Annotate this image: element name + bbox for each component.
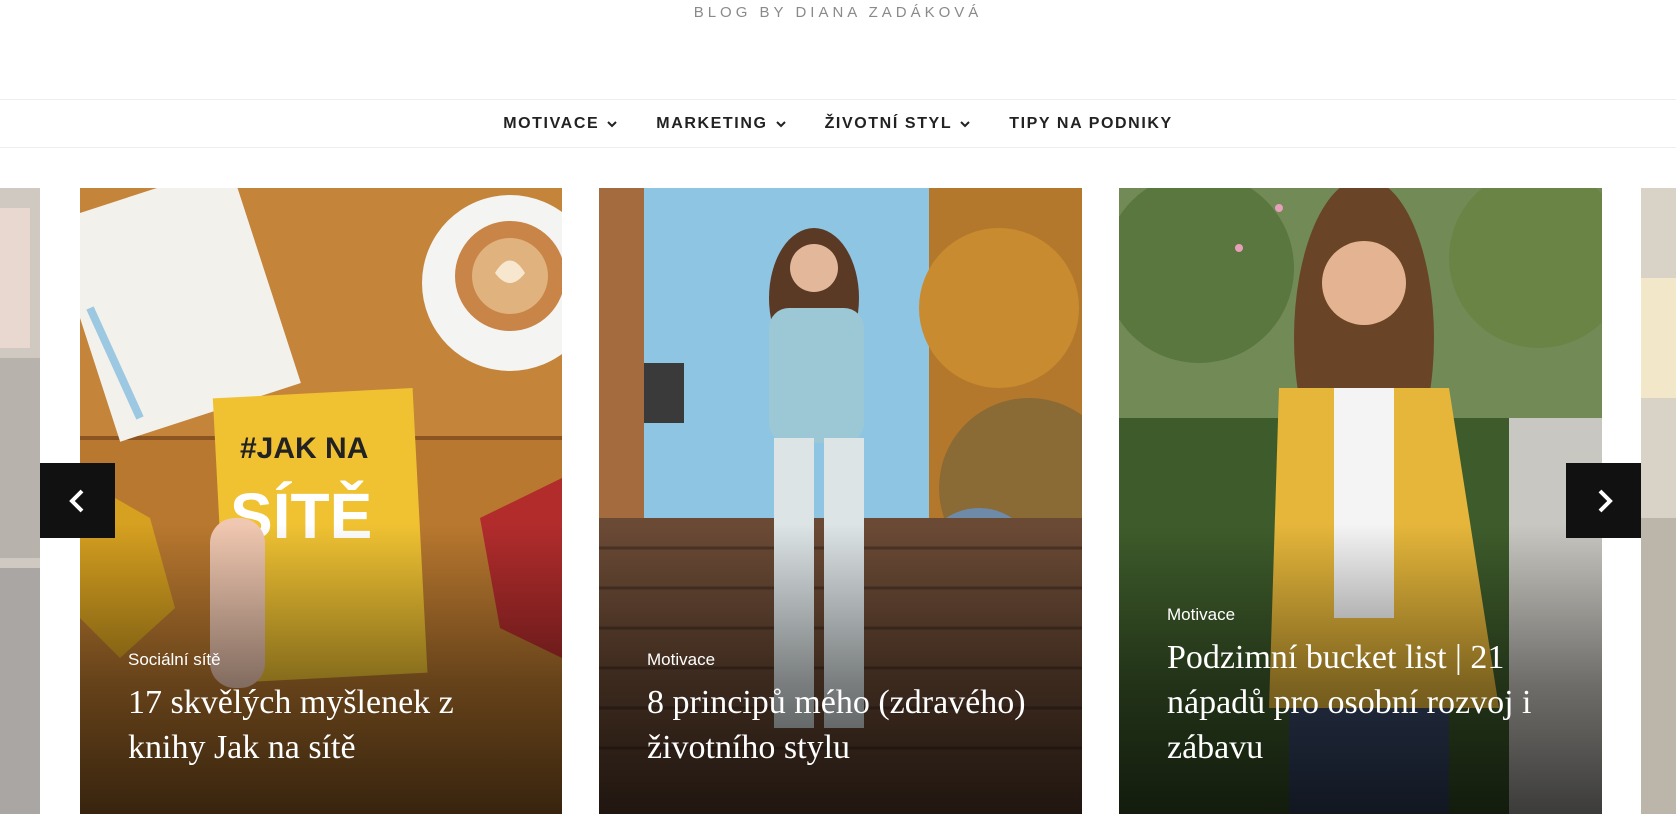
site-tagline: BLOG BY DIANA ZADÁKOVÁ bbox=[693, 4, 983, 21]
nav-item-motivace[interactable]: MOTIVACE bbox=[503, 115, 618, 133]
slider-prev-button[interactable] bbox=[40, 463, 115, 538]
chevron-down-icon bbox=[775, 118, 787, 130]
post-category[interactable]: Sociální sítě bbox=[128, 650, 532, 670]
nav-item-tipy-na-podniky[interactable]: TIPY NA PODNIKY bbox=[1009, 115, 1173, 133]
chevron-right-icon bbox=[1598, 489, 1613, 512]
slide-photo bbox=[0, 188, 40, 814]
post-card[interactable]: #JAK NA SÍTĚ Sociální sítě 17 skvělých m… bbox=[80, 188, 562, 814]
slide-partial-left[interactable] bbox=[0, 188, 40, 814]
chevron-left-icon bbox=[68, 489, 83, 512]
nav-item-label: MOTIVACE bbox=[503, 114, 600, 132]
svg-text:#JAK NA: #JAK NA bbox=[240, 432, 368, 465]
post-card-info: Motivace 8 principů mého (zdravého) živo… bbox=[647, 650, 1052, 770]
post-title[interactable]: Podzimní bucket list | 21 nápadů pro oso… bbox=[1167, 635, 1572, 770]
nav-item-label: MARKETING bbox=[656, 114, 768, 132]
post-title[interactable]: 8 principů mého (zdravého) životního sty… bbox=[647, 680, 1052, 770]
slider-next-button[interactable] bbox=[1566, 463, 1641, 538]
post-card-info: Sociální sítě 17 skvělých myšlenek z kni… bbox=[128, 650, 532, 770]
slide-partial-right[interactable] bbox=[1641, 188, 1676, 814]
post-category[interactable]: Motivace bbox=[647, 650, 1052, 670]
featured-posts-slider: #JAK NA SÍTĚ Sociální sítě 17 skvělých m… bbox=[0, 188, 1676, 814]
nav-item-label: ŽIVOTNÍ STYL bbox=[824, 114, 953, 132]
post-card[interactable]: Motivace Podzimní bucket list | 21 nápad… bbox=[1119, 188, 1602, 814]
slide-photo bbox=[1641, 188, 1676, 814]
post-title[interactable]: 17 skvělých myšlenek z knihy Jak na sítě bbox=[128, 680, 532, 770]
nav-item-zivotni-styl[interactable]: ŽIVOTNÍ STYL bbox=[825, 115, 972, 133]
main-navigation: MOTIVACE MARKETING ŽIVOTNÍ STYL TIPY NA … bbox=[0, 99, 1676, 148]
chevron-down-icon bbox=[959, 118, 971, 130]
chevron-down-icon bbox=[606, 118, 618, 130]
post-card-info: Motivace Podzimní bucket list | 21 nápad… bbox=[1167, 605, 1572, 770]
nav-item-marketing[interactable]: MARKETING bbox=[656, 115, 786, 133]
post-card[interactable]: Motivace 8 principů mého (zdravého) živo… bbox=[599, 188, 1082, 814]
post-category[interactable]: Motivace bbox=[1167, 605, 1572, 625]
nav-item-label: TIPY NA PODNIKY bbox=[1009, 114, 1173, 132]
